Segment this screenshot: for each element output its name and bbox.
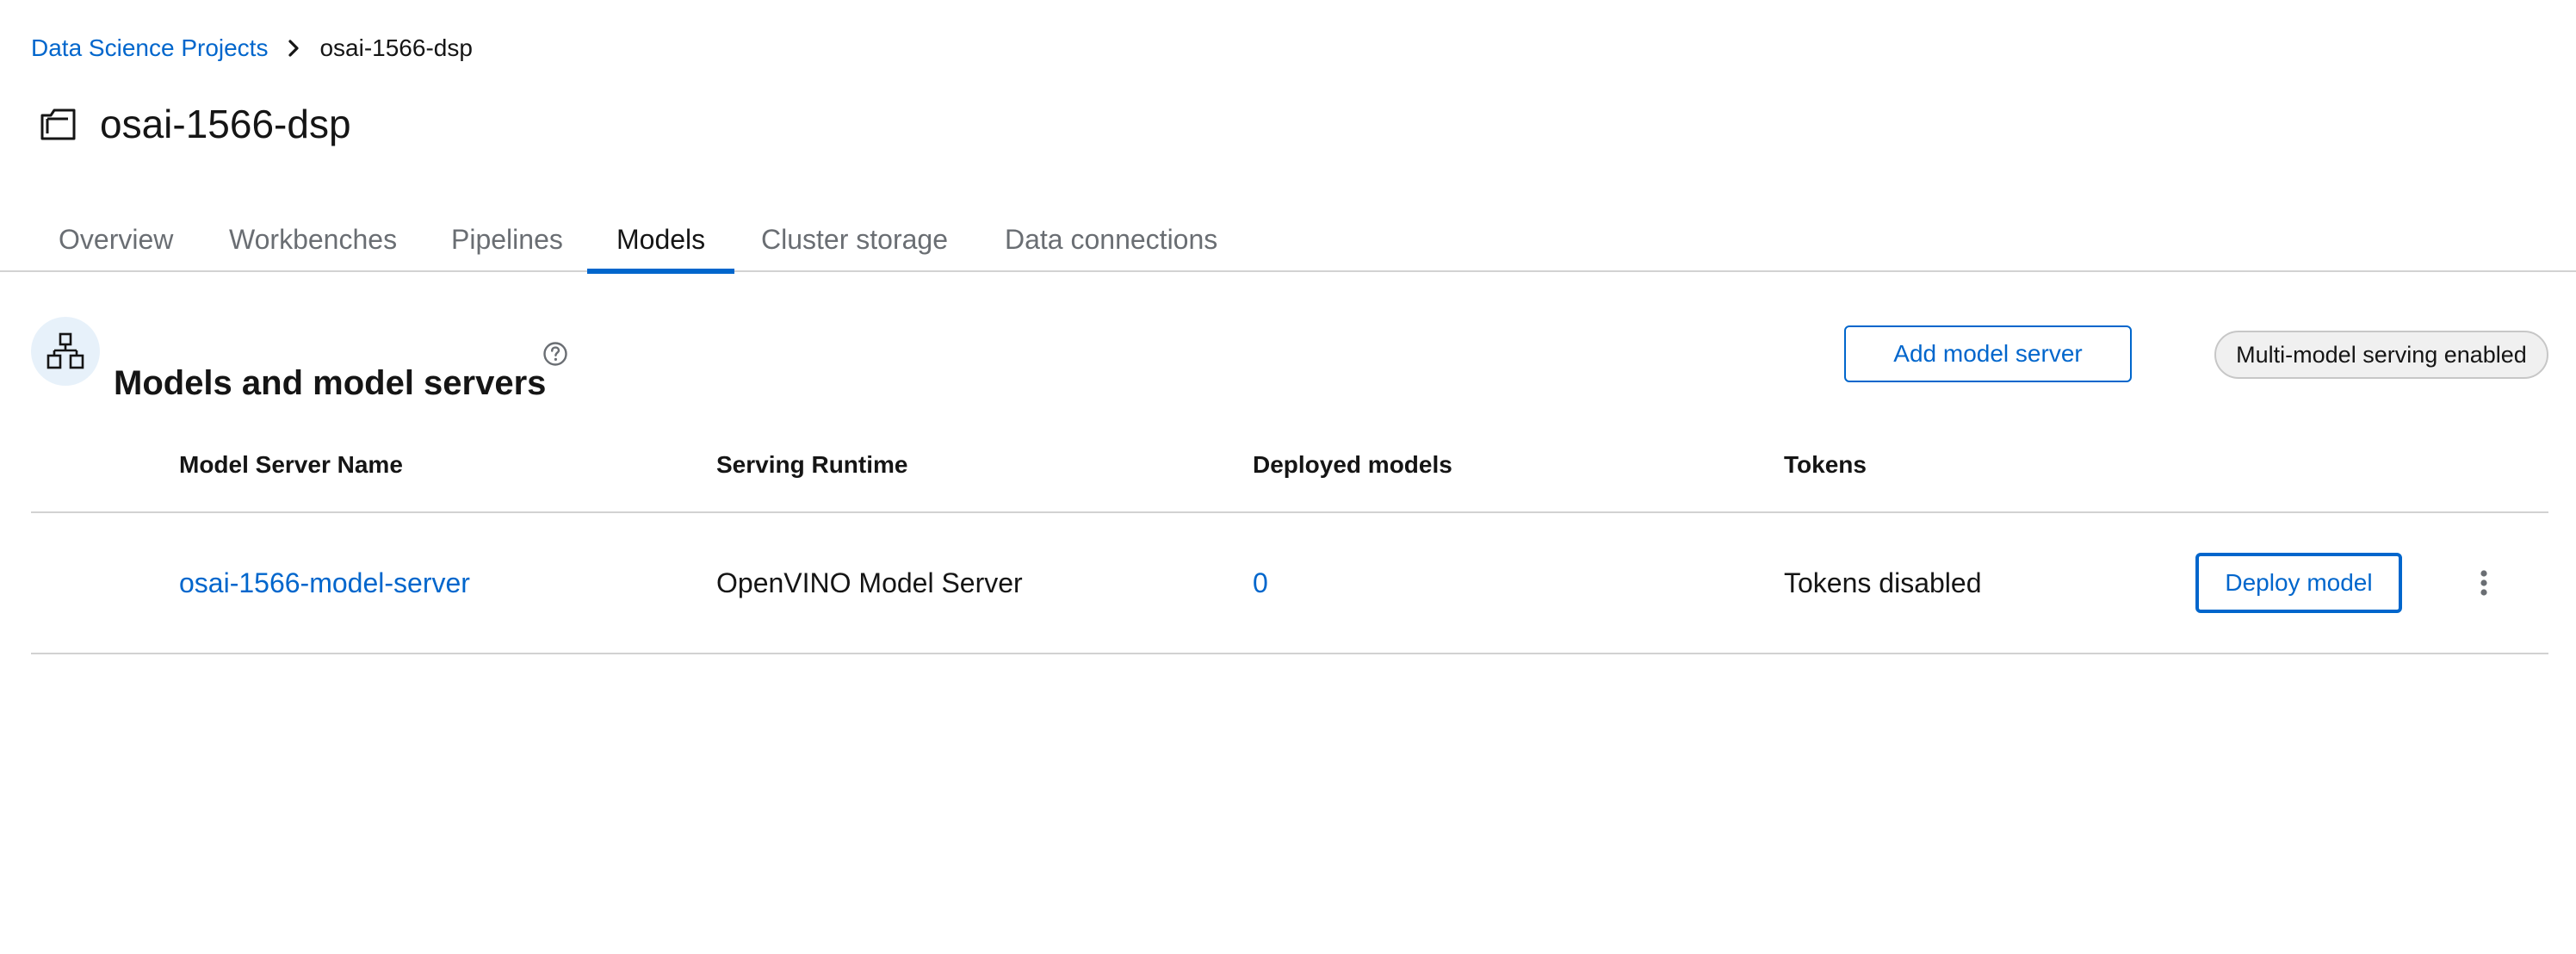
breadcrumb: Data Science Projects osai-1566-dsp (31, 31, 473, 65)
help-icon[interactable] (542, 341, 568, 367)
page-title: osai-1566-dsp (100, 102, 351, 146)
table-header: Model Server Name Serving Runtime Deploy… (31, 431, 2548, 513)
tab-models[interactable]: Models (586, 207, 735, 274)
add-model-server-button[interactable]: Add model server (1844, 325, 2132, 382)
tab-pipelines[interactable]: Pipelines (451, 207, 563, 272)
model-server-name-link[interactable]: osai-1566-model-server (179, 513, 470, 653)
column-header-deployed[interactable]: Deployed models (1253, 431, 1452, 499)
kebab-menu-icon[interactable] (2462, 561, 2505, 604)
section-title: Models and model servers (114, 363, 547, 402)
deployed-models-link[interactable]: 0 (1253, 513, 1268, 653)
breadcrumb-link-projects[interactable]: Data Science Projects (31, 34, 268, 62)
tab-workbenches[interactable]: Workbenches (229, 207, 397, 272)
column-header-name[interactable]: Model Server Name (179, 431, 403, 499)
table-row: osai-1566-model-server OpenVINO Model Se… (31, 513, 2548, 654)
tab-data-connections[interactable]: Data connections (1005, 207, 1217, 272)
deploy-model-button[interactable]: Deploy model (2195, 553, 2402, 613)
model-hierarchy-icon (31, 317, 100, 386)
serving-runtime-cell: OpenVINO Model Server (716, 567, 1023, 598)
tab-overview[interactable]: Overview (59, 207, 173, 272)
model-servers-table: Model Server Name Serving Runtime Deploy… (31, 431, 2548, 654)
tab-cluster-storage[interactable]: Cluster storage (761, 207, 948, 272)
folder-icon (38, 102, 81, 146)
breadcrumb-current: osai-1566-dsp (319, 34, 473, 61)
status-badge: Multi-model serving enabled (2214, 331, 2548, 379)
column-header-runtime[interactable]: Serving Runtime (716, 431, 907, 499)
page-header: osai-1566-dsp (38, 93, 351, 155)
tokens-cell: Tokens disabled (1784, 567, 1982, 598)
column-header-tokens[interactable]: Tokens (1784, 431, 1867, 499)
project-tabs: Overview Workbenches Pipelines Models Cl… (0, 207, 2576, 274)
chevron-right-icon (268, 31, 319, 65)
